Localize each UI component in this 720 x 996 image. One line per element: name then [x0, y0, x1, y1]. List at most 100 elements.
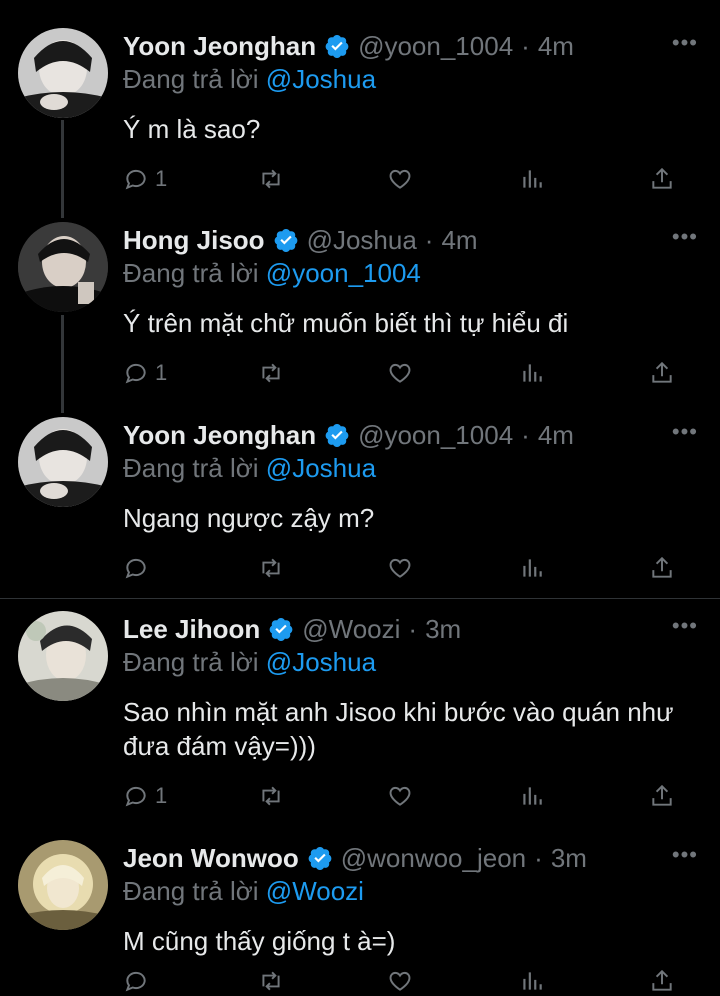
author-handle[interactable]: @yoon_1004 [358, 420, 513, 451]
reply-prefix: Đang trả lời [123, 876, 259, 906]
author-name[interactable]: Yoon Jeonghan [123, 420, 316, 451]
share-icon [649, 968, 675, 994]
like-button[interactable] [387, 966, 413, 996]
more-options-icon[interactable]: ••• [672, 613, 698, 639]
analytics-button[interactable] [519, 781, 545, 811]
separator: · [424, 224, 434, 255]
reply-prefix: Đang trả lời [123, 647, 259, 677]
tweet-actions [123, 966, 683, 996]
retweet-icon [257, 360, 285, 386]
author-handle[interactable]: @yoon_1004 [358, 31, 513, 62]
mention-link[interactable]: @Woozi [266, 876, 364, 906]
retweet-button[interactable] [257, 781, 285, 811]
more-options-icon[interactable]: ••• [672, 419, 698, 445]
heart-icon [387, 166, 413, 192]
avatar[interactable] [18, 840, 108, 930]
mention-link[interactable]: @Joshua [266, 647, 376, 677]
author-name[interactable]: Hong Jisoo [123, 225, 265, 256]
timestamp[interactable]: 3m [425, 614, 461, 645]
analytics-button[interactable] [519, 358, 545, 388]
tweet[interactable]: Lee Jihoon @Woozi · 3m ••• Đang trả lời … [0, 611, 720, 823]
analytics-icon [519, 360, 545, 386]
reply-button[interactable] [123, 966, 155, 996]
tweet-actions: 1 [123, 164, 683, 194]
more-options-icon[interactable]: ••• [672, 30, 698, 56]
analytics-button[interactable] [519, 164, 545, 194]
mention-link[interactable]: @Joshua [266, 453, 376, 483]
separator: · [521, 30, 530, 61]
tweet-actions: 1 [123, 781, 683, 811]
reply-button[interactable] [123, 553, 155, 583]
heart-icon [387, 783, 413, 809]
tweet-text: Sao nhìn mặt anh Jisoo khi bước vào quán… [123, 697, 674, 761]
avatar[interactable] [18, 417, 108, 507]
heart-icon [387, 968, 413, 994]
replying-to: Đang trả lời @Joshua [123, 647, 376, 678]
like-button[interactable] [387, 358, 413, 388]
reply-prefix: Đang trả lời [123, 64, 259, 94]
tweet[interactable]: Yoon Jeonghan @yoon_1004 · 4m ••• Đang t… [0, 28, 720, 208]
reply-button[interactable]: 1 [123, 781, 167, 811]
author-name[interactable]: Jeon Wonwoo [123, 843, 299, 874]
author-name[interactable]: Lee Jihoon [123, 614, 260, 645]
reply-count: 1 [155, 783, 168, 808]
tweet[interactable]: Yoon Jeonghan @yoon_1004 · 4m ••• Đang t… [0, 417, 720, 597]
analytics-button[interactable] [519, 553, 545, 583]
share-button[interactable] [649, 358, 675, 388]
reply-icon [123, 555, 149, 581]
heart-icon [387, 555, 413, 581]
divider [0, 598, 720, 599]
share-icon [649, 555, 675, 581]
replying-to: Đang trả lời @Joshua [123, 453, 376, 484]
verified-badge-icon [307, 845, 333, 871]
timestamp[interactable]: 4m [538, 420, 574, 451]
analytics-icon [519, 166, 545, 192]
author-handle[interactable]: @wonwoo_jeon [341, 843, 526, 874]
avatar[interactable] [18, 222, 108, 312]
mention-link[interactable]: @yoon_1004 [266, 258, 421, 288]
more-options-icon[interactable]: ••• [672, 842, 698, 868]
author-handle[interactable]: @Woozi [302, 614, 400, 645]
verified-badge-icon [273, 227, 299, 253]
retweet-button[interactable] [257, 358, 285, 388]
analytics-icon [519, 783, 545, 809]
analytics-icon [519, 555, 545, 581]
separator: · [521, 419, 530, 450]
share-button[interactable] [649, 966, 675, 996]
reply-prefix: Đang trả lời [123, 453, 259, 483]
tweet-text: Ý m là sao? [123, 114, 261, 144]
separator: · [534, 842, 543, 873]
like-button[interactable] [387, 164, 413, 194]
share-button[interactable] [649, 164, 675, 194]
share-button[interactable] [649, 553, 675, 583]
share-button[interactable] [649, 781, 675, 811]
retweet-button[interactable] [257, 164, 285, 194]
retweet-icon [257, 166, 285, 192]
avatar[interactable] [18, 611, 108, 701]
retweet-button[interactable] [257, 966, 285, 996]
avatar[interactable] [18, 28, 108, 118]
retweet-icon [257, 968, 285, 994]
timestamp[interactable]: 4m [441, 225, 477, 256]
reply-button[interactable]: 1 [123, 358, 167, 388]
replying-to: Đang trả lời @Woozi [123, 876, 364, 907]
reply-icon [123, 783, 149, 809]
timestamp[interactable]: 3m [551, 843, 587, 874]
tweet[interactable]: Jeon Wonwoo @wonwoo_jeon · 3m ••• Đang t… [0, 840, 720, 992]
tweet-text: Ngang ngược zậy m? [123, 503, 375, 533]
reply-button[interactable]: 1 [123, 164, 167, 194]
analytics-button[interactable] [519, 966, 545, 996]
timestamp[interactable]: 4m [538, 31, 574, 62]
more-options-icon[interactable]: ••• [672, 224, 698, 250]
analytics-icon [519, 968, 545, 994]
author-name[interactable]: Yoon Jeonghan [123, 31, 316, 62]
retweet-button[interactable] [257, 553, 285, 583]
reply-prefix: Đang trả lời [123, 258, 259, 288]
reply-icon [123, 360, 149, 386]
tweet[interactable]: Hong Jisoo @Joshua · 4m ••• Đang trả lời… [0, 222, 720, 402]
mention-link[interactable]: @Joshua [266, 64, 376, 94]
like-button[interactable] [387, 553, 413, 583]
heart-icon [387, 360, 413, 386]
author-handle[interactable]: @Joshua [307, 225, 417, 256]
like-button[interactable] [387, 781, 413, 811]
